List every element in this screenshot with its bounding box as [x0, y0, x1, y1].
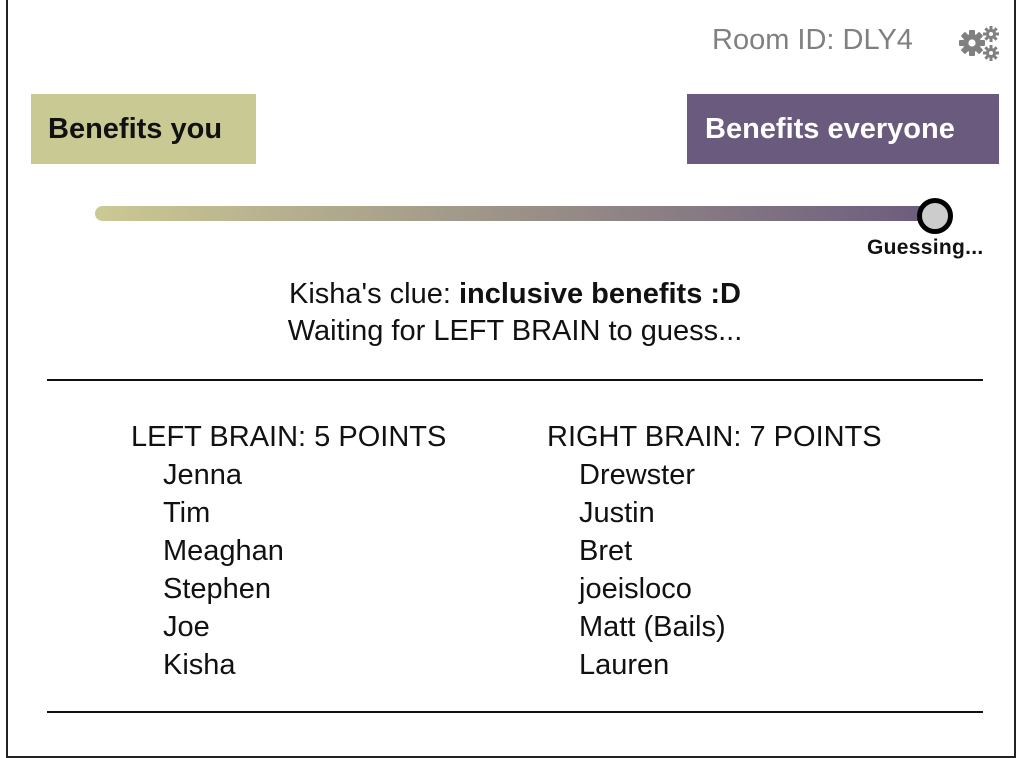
player-name: Tim	[163, 497, 211, 529]
player-name: Matt (Bails)	[579, 611, 726, 643]
clue-panel: Kisha's clue: inclusive benefits :D Wait…	[0, 276, 1024, 350]
spectrum-slider-track	[95, 206, 937, 221]
divider-top	[47, 379, 983, 381]
player-name: Joe	[163, 611, 210, 643]
player-name: Kisha	[163, 649, 236, 681]
team-title: RIGHT BRAIN: 7 POINTS	[547, 421, 882, 453]
player-name: Meaghan	[163, 535, 284, 567]
player-list: Drewster Justin Bret joeisloco Matt (Bai…	[547, 456, 882, 684]
player-name: joeisloco	[579, 573, 692, 605]
clue-text: inclusive benefits :D	[458, 278, 741, 310]
spectrum-right-label: Benefits everyone	[687, 94, 999, 164]
clue-prefix: Kisha's clue:	[289, 278, 459, 310]
team-left-brain: LEFT BRAIN: 5 POINTS Jenna Tim Meaghan S…	[131, 418, 446, 684]
divider-bottom	[47, 711, 983, 713]
player-name: Stephen	[163, 573, 272, 605]
player-name: Lauren	[579, 649, 670, 681]
team-right-brain: RIGHT BRAIN: 7 POINTS Drewster Justin Br…	[547, 418, 882, 684]
waiting-message: Waiting for LEFT BRAIN to guess...	[287, 315, 743, 347]
team-title: LEFT BRAIN: 5 POINTS	[131, 421, 447, 453]
guess-status: Guessing...	[867, 236, 984, 259]
room-id: Room ID: DLY4	[712, 24, 913, 56]
player-list: Jenna Tim Meaghan Stephen Joe Kisha	[131, 456, 446, 684]
player-name: Drewster	[579, 459, 696, 491]
player-name: Bret	[579, 535, 633, 567]
player-name: Jenna	[163, 459, 243, 491]
guess-slider-handle[interactable]	[917, 198, 953, 234]
clue-line: Kisha's clue: inclusive benefits :D	[0, 276, 1024, 313]
gears-icon[interactable]	[957, 26, 1001, 62]
player-name: Justin	[579, 497, 655, 529]
spectrum-left-label: Benefits you	[31, 94, 256, 164]
